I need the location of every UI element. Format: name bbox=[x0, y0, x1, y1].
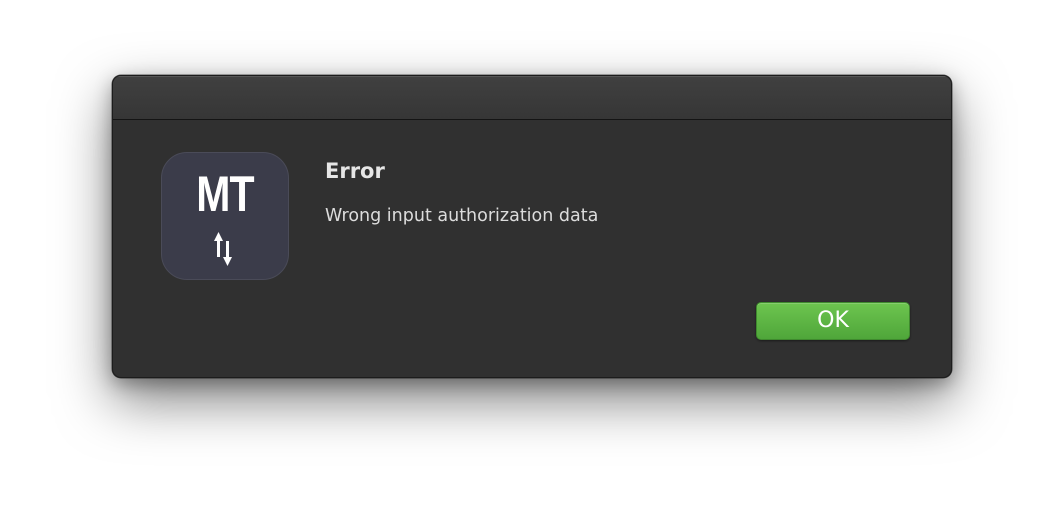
alert-title: Error bbox=[325, 159, 385, 183]
app-logo-icon: MT bbox=[161, 152, 289, 280]
up-down-arrows-icon bbox=[214, 232, 232, 266]
screen-background: MT Error Wrong input authorization data … bbox=[0, 0, 1064, 526]
app-logo-text: MT bbox=[196, 166, 254, 222]
ok-button[interactable]: OK bbox=[756, 302, 910, 340]
dialog-titlebar[interactable] bbox=[113, 76, 951, 120]
alert-message: Wrong input authorization data bbox=[325, 206, 599, 226]
titlebar-highlight bbox=[113, 76, 951, 77]
error-alert-dialog: MT Error Wrong input authorization data … bbox=[112, 75, 952, 378]
